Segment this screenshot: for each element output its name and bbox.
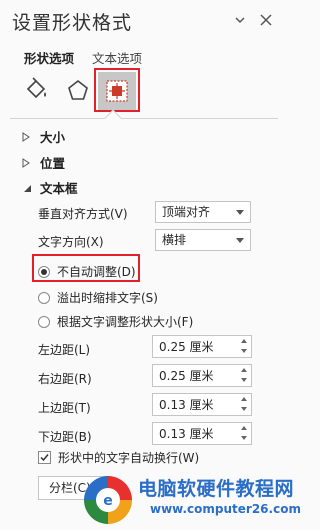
tab-shape-options[interactable]: 形状选项 <box>24 48 74 67</box>
dropdown-caret-icon <box>236 238 244 243</box>
spin-down-icon[interactable] <box>237 346 251 356</box>
text-direction-dropdown[interactable]: 横排 <box>155 229 251 251</box>
layout-properties-button[interactable] <box>98 72 136 110</box>
spin-up-icon[interactable] <box>237 394 251 404</box>
checkbox-box <box>38 451 51 464</box>
pentagon-icon <box>68 79 88 100</box>
spin-down-icon[interactable] <box>237 404 251 414</box>
section-size-label: 大小 <box>40 130 66 145</box>
left-margin-input[interactable] <box>153 336 237 357</box>
chevron-down-icon <box>235 17 245 24</box>
watermark-text: 电脑软硬件教程网 <box>138 478 295 500</box>
expand-arrow-icon <box>22 157 32 168</box>
format-shape-pane: 设置形状格式 形状选项 文本选项 大小 位置 文本框 垂直对齐方式(V) 顶端对… <box>0 0 301 530</box>
pane-title: 设置形状格式 <box>12 12 133 34</box>
pane-options-dropdown[interactable] <box>232 12 248 28</box>
vertical-align-label: 垂直对齐方式(V) <box>38 207 128 221</box>
right-margin-label: 右边距(R) <box>38 372 92 386</box>
expand-arrow-icon <box>22 131 32 142</box>
radio-unselected-icon <box>38 315 50 328</box>
tab-text-options[interactable]: 文本选项 <box>92 48 142 67</box>
vertical-align-value: 顶端对齐 <box>162 205 211 219</box>
section-position[interactable]: 位置 <box>22 153 65 172</box>
fill-bucket-icon <box>26 77 46 99</box>
close-button[interactable] <box>258 12 274 28</box>
text-direction-value: 横排 <box>162 233 187 247</box>
spin-up-icon[interactable] <box>237 423 251 433</box>
fill-line-button[interactable] <box>16 70 56 110</box>
effects-button[interactable] <box>58 70 98 110</box>
radio-shrink-on-overflow-label: 溢出时缩排文字(S) <box>57 291 158 305</box>
spin-down-icon[interactable] <box>237 375 251 385</box>
section-divider <box>10 118 278 119</box>
top-margin-spinner <box>152 393 252 416</box>
radio-unselected-icon <box>38 291 50 304</box>
right-margin-spinner <box>152 364 252 387</box>
text-box-icon <box>106 80 128 102</box>
close-icon <box>260 14 272 26</box>
bottom-margin-spinner <box>152 422 252 445</box>
radio-resize-shape[interactable]: 根据文字调整形状大小(F) <box>38 313 193 330</box>
spin-down-icon[interactable] <box>237 433 251 443</box>
top-margin-input[interactable] <box>153 394 237 415</box>
wrap-text-checkbox[interactable]: 形状中的文字自动换行(W) <box>38 449 199 466</box>
spin-up-icon[interactable] <box>237 336 251 346</box>
checkmark-icon <box>40 454 49 462</box>
section-textbox-label: 文本框 <box>40 181 78 196</box>
collapse-arrow-icon <box>22 183 32 193</box>
wrap-text-label: 形状中的文字自动换行(W) <box>58 451 200 465</box>
top-margin-label: 上边距(T) <box>38 401 91 415</box>
left-margin-label: 左边距(L) <box>38 343 91 357</box>
watermark: e 电脑软硬件教程网 www.computer26.com <box>80 470 301 530</box>
svg-text:e: e <box>103 493 113 509</box>
category-icon-row <box>16 70 156 114</box>
section-position-label: 位置 <box>40 156 66 171</box>
bottom-margin-input[interactable] <box>153 423 237 444</box>
section-textbox[interactable]: 文本框 <box>22 178 78 197</box>
dropdown-caret-icon <box>236 210 244 215</box>
bottom-margin-label: 下边距(B) <box>38 430 92 444</box>
right-margin-input[interactable] <box>153 365 237 386</box>
text-direction-label: 文字方向(X) <box>38 235 104 249</box>
spin-up-icon[interactable] <box>237 365 251 375</box>
left-margin-spinner <box>152 335 252 358</box>
radio-no-autofit[interactable]: 不自动调整(D) <box>38 263 136 280</box>
radio-selected-icon <box>38 265 50 278</box>
watermark-logo-icon: e <box>84 476 132 524</box>
radio-resize-shape-label: 根据文字调整形状大小(F) <box>57 315 194 329</box>
watermark-url: www.computer26.com <box>150 502 301 516</box>
radio-no-autofit-label: 不自动调整(D) <box>57 265 136 279</box>
pane-tabs: 形状选项 文本选项 <box>24 48 142 67</box>
radio-shrink-on-overflow[interactable]: 溢出时缩排文字(S) <box>38 289 158 306</box>
section-size[interactable]: 大小 <box>22 127 65 146</box>
vertical-align-dropdown[interactable]: 顶端对齐 <box>155 201 251 223</box>
